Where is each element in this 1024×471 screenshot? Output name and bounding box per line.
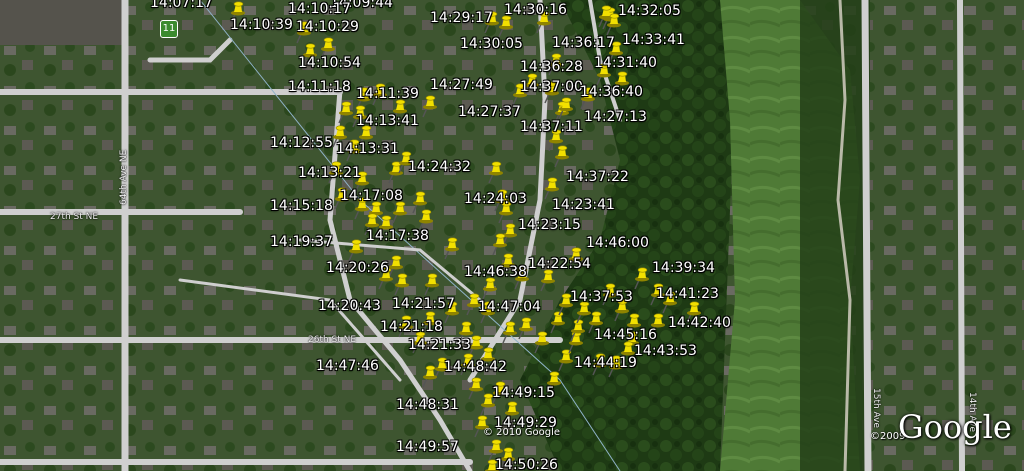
imagery-copyright: © 2010 Google <box>483 427 561 438</box>
pushpin-icon[interactable] <box>420 94 438 118</box>
timestamp-label: 14:10:39 <box>230 17 293 33</box>
timestamp-label: 14:27:37 <box>458 104 521 120</box>
timestamp-label: 14:13:31 <box>336 141 399 157</box>
timestamp-label: 14:44:19 <box>574 355 637 371</box>
timestamp-label: 14:21:33 <box>408 337 471 353</box>
timestamp-label: 14:49:57 <box>396 439 459 455</box>
timestamp-label: 14:30:05 <box>460 36 523 52</box>
timestamp-label: 14:46:00 <box>586 235 649 251</box>
pushpin-icon[interactable] <box>420 364 438 388</box>
timestamp-label: 14:49:15 <box>492 385 555 401</box>
pushpin-icon[interactable] <box>532 330 550 354</box>
map-view[interactable]: 64th Ave NE 27th St NE 26th St NE 15th A… <box>0 0 1024 471</box>
timestamp-label: 14:39:34 <box>652 260 715 276</box>
pushpin-icon[interactable] <box>392 272 410 296</box>
timestamp-label: 14:13:41 <box>356 113 419 129</box>
pushpin-icon[interactable] <box>346 238 364 262</box>
timestamp-label: 14:32:05 <box>618 3 681 19</box>
timestamp-label: 14:17:38 <box>366 228 429 244</box>
timestamp-label: 14:11:39 <box>356 86 419 102</box>
timestamp-label: 14:37:53 <box>570 289 633 305</box>
timestamp-label: 14:37:11 <box>520 119 583 135</box>
timestamp-label: 14:07:17 <box>150 0 213 11</box>
timestamp-label: 14:27:13 <box>584 109 647 125</box>
timestamp-label: 14:33:41 <box>622 32 685 48</box>
timestamp-label: 14:17:08 <box>340 188 403 204</box>
timestamp-label: 14:24:03 <box>464 191 527 207</box>
timestamp-label: 14:48:31 <box>396 397 459 413</box>
timestamp-label: 14:31:40 <box>594 55 657 71</box>
timestamp-label: 14:30:16 <box>504 2 567 18</box>
pushpin-icon[interactable] <box>486 160 504 184</box>
timestamp-label: 14:10:29 <box>296 19 359 35</box>
timestamp-label: 14:48:42 <box>444 359 507 375</box>
timestamp-label: 14:15:18 <box>270 198 333 214</box>
timestamp-label: 14:29:17 <box>430 10 493 26</box>
pushpin-icon[interactable] <box>422 272 440 296</box>
timestamp-label: 14:37:22 <box>566 169 629 185</box>
timestamp-label: 14:36:28 <box>520 59 583 75</box>
timestamp-label: 14:22:54 <box>528 256 591 272</box>
timestamp-label: 14:42:40 <box>668 315 731 331</box>
timestamp-label: 14:20:43 <box>318 298 381 314</box>
pushpin-icon[interactable] <box>500 320 518 344</box>
timestamp-label: 14:10:17 <box>288 1 351 17</box>
timestamp-label: 14:41:23 <box>656 286 719 302</box>
timestamp-label: 14:13:21 <box>298 165 361 181</box>
timestamp-label: 14:36:17 <box>552 35 615 51</box>
timestamp-label: 14:27:49 <box>430 77 493 93</box>
google-logo: Google <box>898 408 1012 446</box>
timestamp-label: 14:24:32 <box>408 159 471 175</box>
timestamp-label: 14:46:38 <box>464 264 527 280</box>
timestamp-label: 14:43:53 <box>634 343 697 359</box>
timestamp-label: 14:36:40 <box>580 84 643 100</box>
timestamp-label: 14:19:37 <box>270 234 333 250</box>
timestamp-label: 14:20:26 <box>326 260 389 276</box>
timestamp-label: 14:11:18 <box>288 79 351 95</box>
timestamp-label: 14:21:57 <box>392 296 455 312</box>
timestamp-label: 14:47:04 <box>478 299 541 315</box>
timestamp-label: 14:23:15 <box>518 217 581 233</box>
pushpin-icon[interactable] <box>442 236 460 260</box>
timestamp-label: 14:21:18 <box>380 319 443 335</box>
timestamp-label: 14:45:16 <box>594 327 657 343</box>
timestamp-label: 14:47:46 <box>316 358 379 374</box>
timestamp-label: 14:12:55 <box>270 135 333 151</box>
timestamp-label: 14:37:00 <box>520 79 583 95</box>
pushpin-icon[interactable] <box>556 96 574 120</box>
timestamp-label: 14:10:54 <box>298 55 361 71</box>
timestamp-label: 14:50:26 <box>495 457 558 471</box>
timestamp-label: 14:23:41 <box>552 197 615 213</box>
